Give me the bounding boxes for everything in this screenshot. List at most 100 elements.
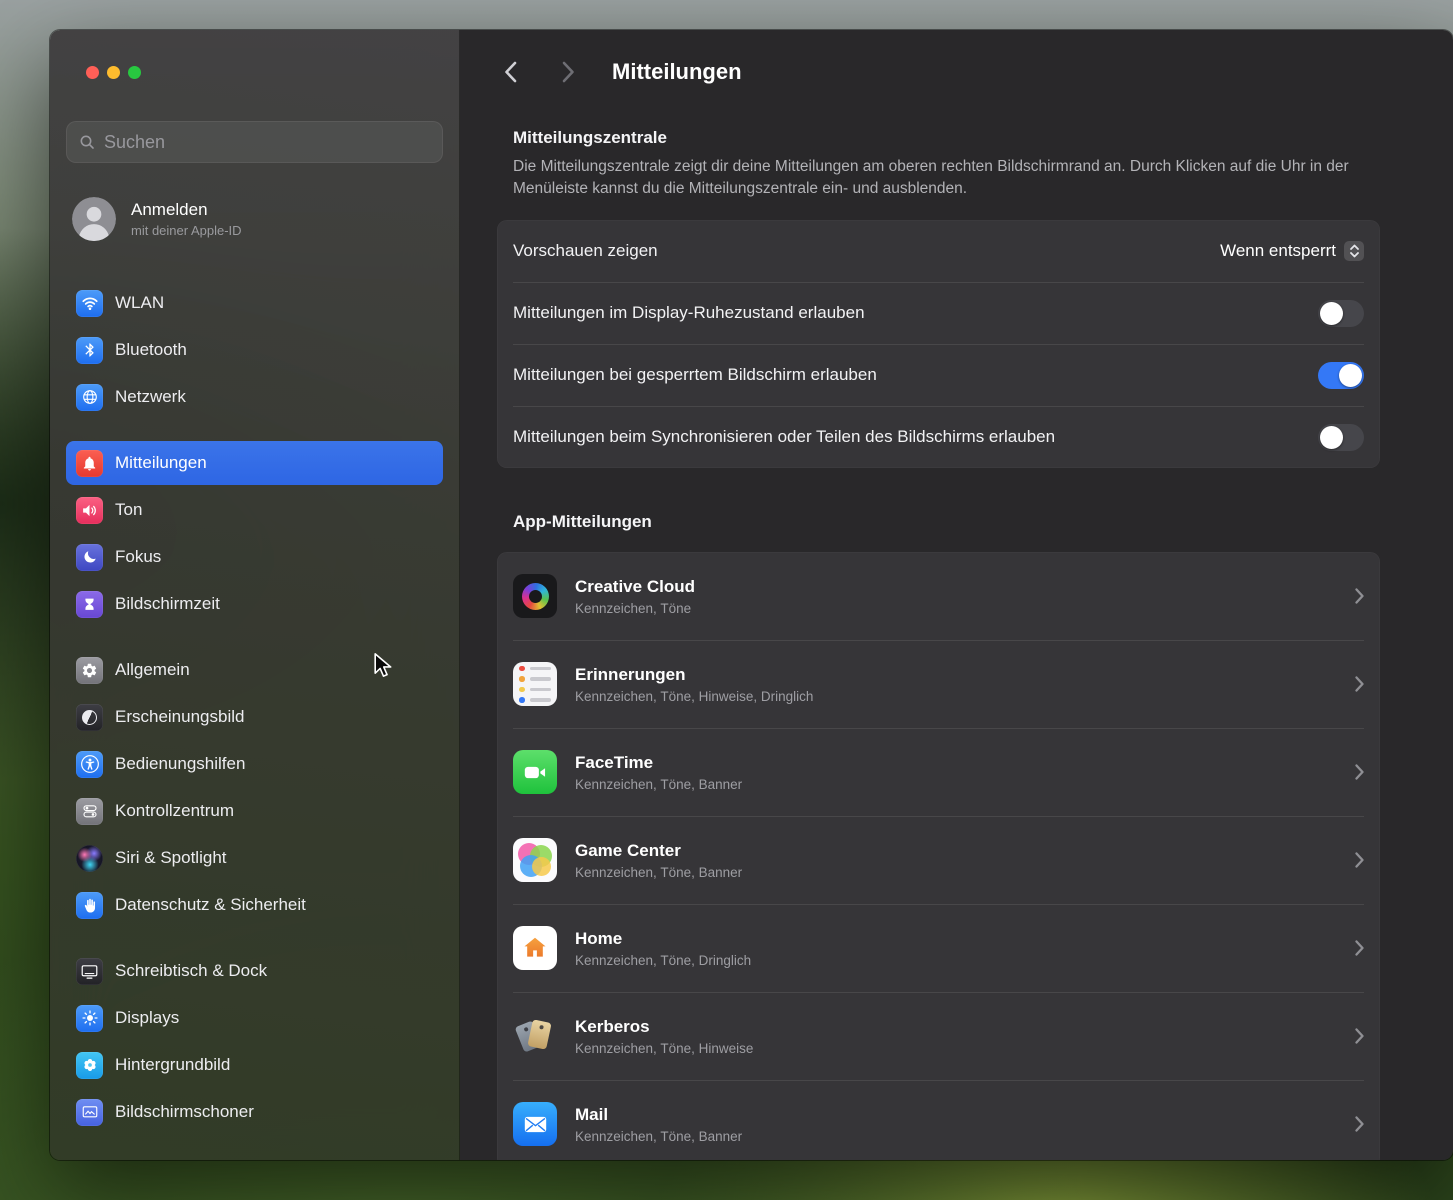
chevron-right-icon xyxy=(1355,588,1364,604)
app-name: FaceTime xyxy=(575,753,1337,773)
sidebar-item-label: Fokus xyxy=(115,547,161,567)
chevron-right-icon xyxy=(1355,940,1364,956)
app-name: Game Center xyxy=(575,841,1337,861)
search-field[interactable] xyxy=(66,121,443,163)
sidebar-item-ton[interactable]: Ton xyxy=(66,488,443,532)
settings-row-synchronisieren-teilen: Mitteilungen beim Synchronisieren oder T… xyxy=(497,406,1380,468)
bell-icon xyxy=(76,450,103,477)
sidebar-item-label: Netzwerk xyxy=(115,387,186,407)
app-row-erinnerungen[interactable]: Erinnerungen Kennzeichen, Töne, Hinweise… xyxy=(497,640,1380,728)
avatar-icon xyxy=(72,197,116,241)
app-row-mail[interactable]: Mail Kennzeichen, Töne, Banner xyxy=(497,1080,1380,1160)
sidebar-item-wlan[interactable]: WLAN xyxy=(66,281,443,325)
app-row-kerberos[interactable]: Kerberos Kennzeichen, Töne, Hinweise xyxy=(497,992,1380,1080)
forward-chevron-button[interactable] xyxy=(556,60,580,84)
apple-id-row[interactable]: Anmelden mit deiner Apple-ID xyxy=(66,197,443,241)
accessibility-icon xyxy=(76,751,103,778)
sidebar-item-bildschirmzeit[interactable]: Bildschirmzeit xyxy=(66,582,443,626)
app-subtitle: Kennzeichen, Töne, Hinweise xyxy=(575,1041,1337,1056)
display-sleep-toggle[interactable] xyxy=(1318,300,1364,327)
app-name: Kerberos xyxy=(575,1017,1337,1037)
reminders-icon xyxy=(513,662,557,706)
minimize-window-button[interactable] xyxy=(107,66,120,79)
app-subtitle: Kennzeichen, Töne, Banner xyxy=(575,865,1337,880)
sidebar-item-label: Ton xyxy=(115,500,142,520)
sidebar: Anmelden mit deiner Apple-ID WLAN Blueto… xyxy=(50,30,460,1160)
traffic-lights xyxy=(86,66,443,79)
app-name: Creative Cloud xyxy=(575,577,1337,597)
chevron-right-icon xyxy=(1355,764,1364,780)
sidebar-item-label: Allgemein xyxy=(115,660,190,680)
sidebar-item-label: Displays xyxy=(115,1008,179,1028)
search-icon xyxy=(79,134,95,150)
control-center-icon xyxy=(76,798,103,825)
screen-sharing-toggle[interactable] xyxy=(1318,424,1364,451)
sidebar-item-bluetooth[interactable]: Bluetooth xyxy=(66,328,443,372)
sidebar-item-netzwerk[interactable]: Netzwerk xyxy=(66,375,443,419)
gear-icon xyxy=(76,657,103,684)
chevron-right-icon xyxy=(1355,1028,1364,1044)
mail-icon xyxy=(513,1102,557,1146)
sidebar-item-label: WLAN xyxy=(115,293,164,313)
settings-row-gesperrter-bildschirm: Mitteilungen bei gesperrtem Bildschirm e… xyxy=(497,344,1380,406)
sidebar-item-bildschirmschoner[interactable]: Bildschirmschoner xyxy=(66,1090,443,1134)
appearance-icon xyxy=(76,704,103,731)
sidebar-item-label: Datenschutz & Sicherheit xyxy=(115,895,306,915)
zoom-window-button[interactable] xyxy=(128,66,141,79)
facetime-icon xyxy=(513,750,557,794)
sidebar-item-mitteilungen[interactable]: Mitteilungen xyxy=(66,441,443,485)
sidebar-item-label: Bedienungshilfen xyxy=(115,754,245,774)
sidebar-item-label: Kontrollzentrum xyxy=(115,801,234,821)
desktop-dock-icon xyxy=(76,958,103,985)
back-chevron-button[interactable] xyxy=(498,60,522,84)
app-row-creative-cloud[interactable]: Creative Cloud Kennzeichen, Töne xyxy=(497,552,1380,640)
app-name: Mail xyxy=(575,1105,1337,1125)
sidebar-item-allgemein[interactable]: Allgemein xyxy=(66,648,443,692)
chevron-right-icon xyxy=(1355,676,1364,692)
app-subtitle: Kennzeichen, Töne, Dringlich xyxy=(575,953,1337,968)
screensaver-icon xyxy=(76,1099,103,1126)
kerberos-icon xyxy=(513,1014,557,1058)
sidebar-item-label: Siri & Spotlight xyxy=(115,848,227,868)
sidebar-item-kontrollzentrum[interactable]: Kontrollzentrum xyxy=(66,789,443,833)
sidebar-item-fokus[interactable]: Fokus xyxy=(66,535,443,579)
app-subtitle: Kennzeichen, Töne, Banner xyxy=(575,777,1337,792)
settings-row-display-ruhezustand: Mitteilungen im Display-Ruhezustand erla… xyxy=(497,282,1380,344)
lock-screen-toggle[interactable] xyxy=(1318,362,1364,389)
sidebar-item-label: Erscheinungsbild xyxy=(115,707,244,727)
brightness-icon xyxy=(76,1005,103,1032)
close-window-button[interactable] xyxy=(86,66,99,79)
app-name: Erinnerungen xyxy=(575,665,1337,685)
sidebar-item-bedienungshilfen[interactable]: Bedienungshilfen xyxy=(66,742,443,786)
sidebar-item-siri-spotlight[interactable]: Siri & Spotlight xyxy=(66,836,443,880)
speaker-icon xyxy=(76,497,103,524)
row-label: Mitteilungen bei gesperrtem Bildschirm e… xyxy=(513,365,877,385)
section-heading-mitteilungszentrale: Mitteilungszentrale xyxy=(513,128,1380,148)
settings-content: Mitteilungszentrale Die Mitteilungszentr… xyxy=(460,114,1453,1160)
sidebar-nav: WLAN Bluetooth Netzwerk xyxy=(66,281,443,1134)
sidebar-item-erscheinungsbild[interactable]: Erscheinungsbild xyxy=(66,695,443,739)
hourglass-icon xyxy=(76,591,103,618)
page-title: Mitteilungen xyxy=(612,59,742,85)
app-row-home[interactable]: Home Kennzeichen, Töne, Dringlich xyxy=(497,904,1380,992)
previews-popup-button[interactable]: Wenn entsperrt xyxy=(1220,241,1364,261)
sidebar-item-schreibtisch-dock[interactable]: Schreibtisch & Dock xyxy=(66,949,443,993)
wallpaper-icon xyxy=(76,1052,103,1079)
search-input[interactable] xyxy=(104,132,430,153)
toggle-knob xyxy=(1320,302,1343,325)
siri-icon xyxy=(76,845,103,872)
sidebar-item-label: Mitteilungen xyxy=(115,453,207,473)
app-row-facetime[interactable]: FaceTime Kennzeichen, Töne, Banner xyxy=(497,728,1380,816)
sidebar-item-displays[interactable]: Displays xyxy=(66,996,443,1040)
globe-icon xyxy=(76,384,103,411)
creative-cloud-icon xyxy=(513,574,557,618)
sidebar-item-label: Bildschirmzeit xyxy=(115,594,220,614)
row-label: Vorschauen zeigen xyxy=(513,241,658,261)
sidebar-item-datenschutz[interactable]: Datenschutz & Sicherheit xyxy=(66,883,443,927)
app-row-game-center[interactable]: Game Center Kennzeichen, Töne, Banner xyxy=(497,816,1380,904)
app-name: Home xyxy=(575,929,1337,949)
wifi-icon xyxy=(76,290,103,317)
row-label: Mitteilungen im Display-Ruhezustand erla… xyxy=(513,303,865,323)
sidebar-item-label: Schreibtisch & Dock xyxy=(115,961,267,981)
sidebar-item-hintergrundbild[interactable]: Hintergrundbild xyxy=(66,1043,443,1087)
